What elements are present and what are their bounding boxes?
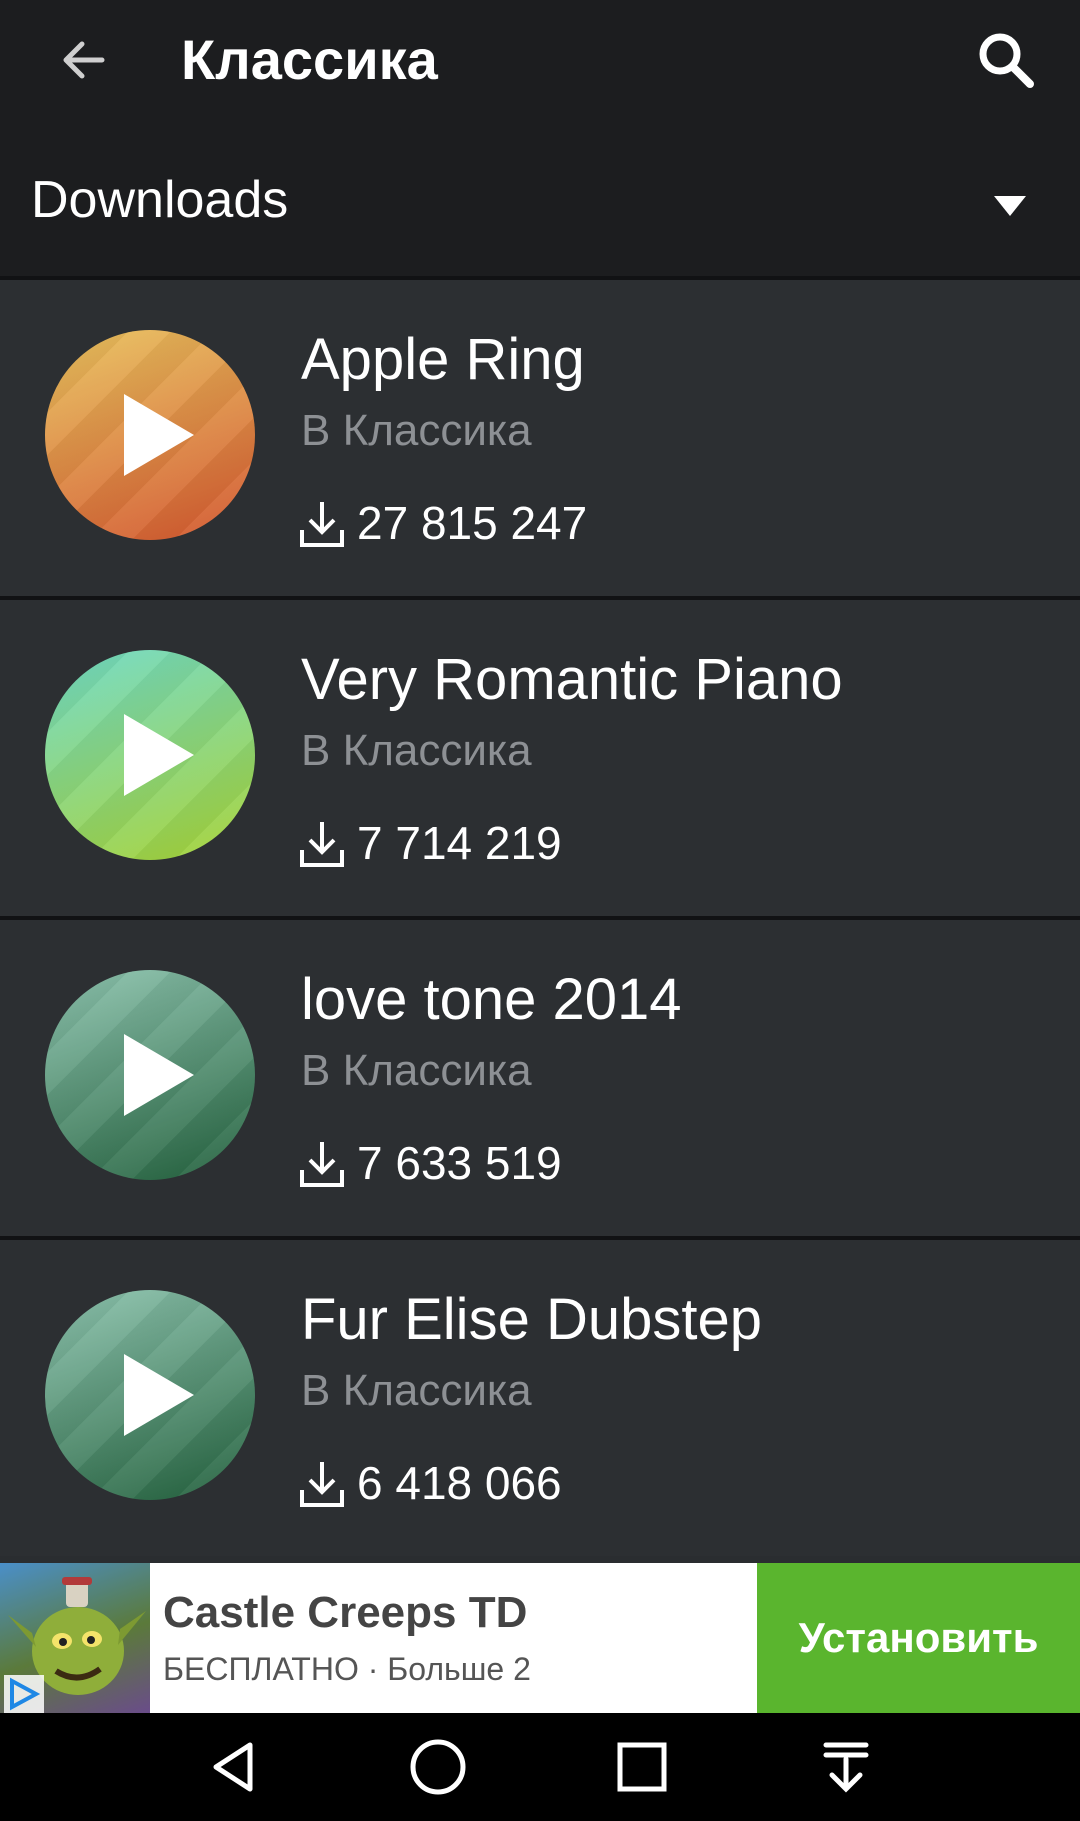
ringtone-category: В Классика xyxy=(301,1046,532,1095)
ringtone-name: Apple Ring xyxy=(301,327,585,392)
play-button[interactable] xyxy=(45,330,255,540)
app-bar: Классика xyxy=(0,0,1080,120)
download-count: 7 633 519 xyxy=(357,1137,562,1189)
back-button[interactable] xyxy=(48,24,120,96)
play-button[interactable] xyxy=(45,970,255,1180)
download-icon xyxy=(300,1462,344,1507)
ad-banner[interactable]: Castle Creeps TD БЕСПЛАТНО · Больше 2 Ус… xyxy=(0,1563,1080,1713)
sort-dropdown[interactable]: Downloads xyxy=(0,120,1080,276)
nav-recents-button[interactable] xyxy=(606,1731,678,1803)
page-title: Классика xyxy=(181,28,438,91)
dropdown-caret-icon xyxy=(994,196,1026,216)
nav-home-button[interactable] xyxy=(402,1731,474,1803)
ringtone-name: Fur Elise Dubstep xyxy=(301,1287,762,1352)
nav-pull-down-icon xyxy=(823,1742,869,1793)
ringtone-row[interactable]: Very Romantic Piano В Классика 7 714 219 xyxy=(0,596,1080,916)
search-icon xyxy=(979,33,1034,88)
arrow-left-icon xyxy=(63,41,105,79)
play-button[interactable] xyxy=(45,650,255,860)
play-button[interactable] xyxy=(45,1290,255,1500)
nav-pull-down-button[interactable] xyxy=(810,1731,882,1803)
download-count: 6 418 066 xyxy=(357,1457,562,1509)
ringtone-row[interactable]: Apple Ring В Классика 27 815 247 xyxy=(0,276,1080,596)
download-count: 7 714 219 xyxy=(357,817,562,869)
download-icon xyxy=(300,1142,344,1187)
play-icon xyxy=(124,1354,194,1436)
sort-dropdown-label: Downloads xyxy=(31,171,289,229)
nav-back-icon xyxy=(213,1742,253,1792)
ringtone-category: В Классика xyxy=(301,726,532,775)
system-nav-bar xyxy=(0,1713,1080,1821)
ad-subtitle: БЕСПЛАТНО · Больше 2 xyxy=(163,1651,531,1687)
nav-recents-icon xyxy=(617,1742,667,1792)
ad-title[interactable]: Castle Creeps TD xyxy=(163,1585,527,1641)
ad-game-image[interactable] xyxy=(0,1563,150,1713)
play-icon xyxy=(124,1034,194,1116)
play-icon xyxy=(124,394,194,476)
ringtone-list: Apple Ring В Классика 27 815 247 Very Ro… xyxy=(0,276,1080,1556)
ringtone-category: В Классика xyxy=(301,1366,532,1415)
search-button[interactable] xyxy=(968,22,1044,98)
ringtone-category: В Классика xyxy=(301,406,532,455)
adchoices-icon[interactable] xyxy=(4,1675,44,1713)
download-icon xyxy=(300,502,344,547)
nav-home-icon xyxy=(410,1739,466,1795)
install-button[interactable]: Установить xyxy=(757,1563,1080,1713)
nav-back-button[interactable] xyxy=(198,1731,270,1803)
ringtone-name: Very Romantic Piano xyxy=(301,647,843,712)
download-icon xyxy=(300,822,344,867)
ringtone-name: love tone 2014 xyxy=(301,967,682,1032)
ringtone-row[interactable]: love tone 2014 В Классика 7 633 519 xyxy=(0,916,1080,1236)
download-count: 27 815 247 xyxy=(357,497,588,549)
play-icon xyxy=(124,714,194,796)
ringtone-row[interactable]: Fur Elise Dubstep В Классика 6 418 066 xyxy=(0,1236,1080,1556)
